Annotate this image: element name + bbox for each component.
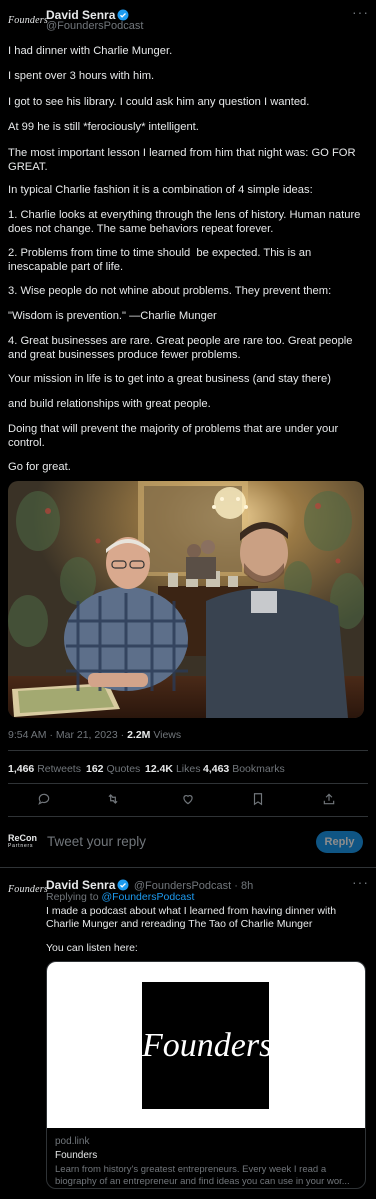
timestamp-text: 9:54 AM · Mar 21, 2023 · [8, 729, 128, 741]
tweet-paragraph: At 99 he is still *ferociously* intellig… [8, 121, 199, 133]
card-image: Founders [47, 962, 365, 1128]
reply-text: I made a podcast about what I learned fr… [46, 905, 337, 930]
views-label: Views [150, 729, 182, 741]
author-handle[interactable]: @FoundersPodcast [46, 20, 143, 32]
divider [8, 816, 368, 817]
link-card[interactable]: Founders pod.link Founders Learn from hi… [46, 961, 366, 1189]
tweet-paragraph: 2. Problems from time to time should be … [8, 247, 315, 273]
tweet-paragraph: Go for great. [8, 461, 71, 473]
compose-avatar[interactable]: ReCon Partners [8, 833, 40, 850]
reply-avatar[interactable]: Founders [8, 884, 48, 895]
quotes-stat[interactable]: 162 Quotes [86, 763, 140, 775]
verified-badge-icon [117, 878, 129, 891]
tweet-paragraph: "Wisdom is prevention." —Charlie Munger [8, 310, 217, 322]
retweet-icon[interactable] [106, 792, 120, 811]
founders-logo: Founders [142, 982, 272, 1109]
tweet-paragraph: I had dinner with Charlie Munger. [8, 45, 173, 57]
reply-input[interactable]: Tweet your reply [47, 834, 146, 849]
retweets-stat[interactable]: 1,466 Retweets [8, 763, 81, 775]
avatar[interactable]: Founders [8, 15, 48, 26]
replying-to-handle[interactable]: @FoundersPodcast [101, 891, 194, 903]
reply-time[interactable]: · 8h [231, 880, 253, 892]
reply-icon[interactable] [37, 792, 51, 811]
tweet-paragraph: In typical Charlie fashion it is a combi… [8, 184, 313, 196]
avatar-subtext: Partners [8, 843, 34, 849]
bookmarks-stat[interactable]: 4,463 Bookmarks [203, 763, 285, 775]
divider [0, 867, 376, 868]
tweet-paragraph: Your mission in life is to get into a gr… [8, 373, 331, 385]
tweet-paragraph: I got to see his library. I could ask hi… [8, 96, 310, 108]
reply-button[interactable]: Reply [316, 831, 363, 853]
reply-author-name[interactable]: David Senra [46, 878, 115, 892]
replying-to: Replying to @FoundersPodcast [46, 891, 195, 903]
like-icon[interactable] [181, 792, 195, 811]
share-icon[interactable] [322, 792, 336, 811]
bookmark-icon[interactable] [251, 792, 265, 811]
card-description: Learn from history's greatest entreprene… [55, 1164, 350, 1187]
tweet-paragraph: 4. Great businesses are rare. Great peop… [8, 335, 356, 361]
verified-badge-icon [117, 8, 129, 21]
tweet-paragraph: I spent over 3 hours with him. [8, 70, 155, 82]
tweet-timestamp[interactable]: 9:54 AM · Mar 21, 2023 · 2.2M Views [8, 729, 181, 741]
tweet-paragraph: Doing that will prevent the majority of … [8, 423, 342, 449]
likes-stat[interactable]: 12.4K Likes [145, 763, 200, 775]
tweet-photo[interactable] [8, 481, 364, 718]
tweet-paragraph: 1. Charlie looks at everything through t… [8, 209, 364, 235]
avatar-text: ReCon [8, 833, 37, 843]
card-domain: pod.link [55, 1136, 90, 1147]
dinner-photo-image [8, 481, 364, 718]
reply-more-options-icon[interactable]: ··· [352, 874, 369, 890]
divider [8, 783, 368, 784]
tweet-paragraph: and build relationships with great peopl… [8, 398, 211, 410]
more-options-icon[interactable]: ··· [352, 4, 369, 20]
reply-listen-text: You can listen here: [46, 942, 138, 954]
card-title: Founders [55, 1150, 98, 1161]
divider [8, 750, 368, 751]
views-count: 2.2M [127, 729, 151, 741]
tweet-paragraph: The most important lesson I learned from… [8, 147, 359, 173]
tweet-paragraph: 3. Wise people do not whine about proble… [8, 285, 332, 297]
